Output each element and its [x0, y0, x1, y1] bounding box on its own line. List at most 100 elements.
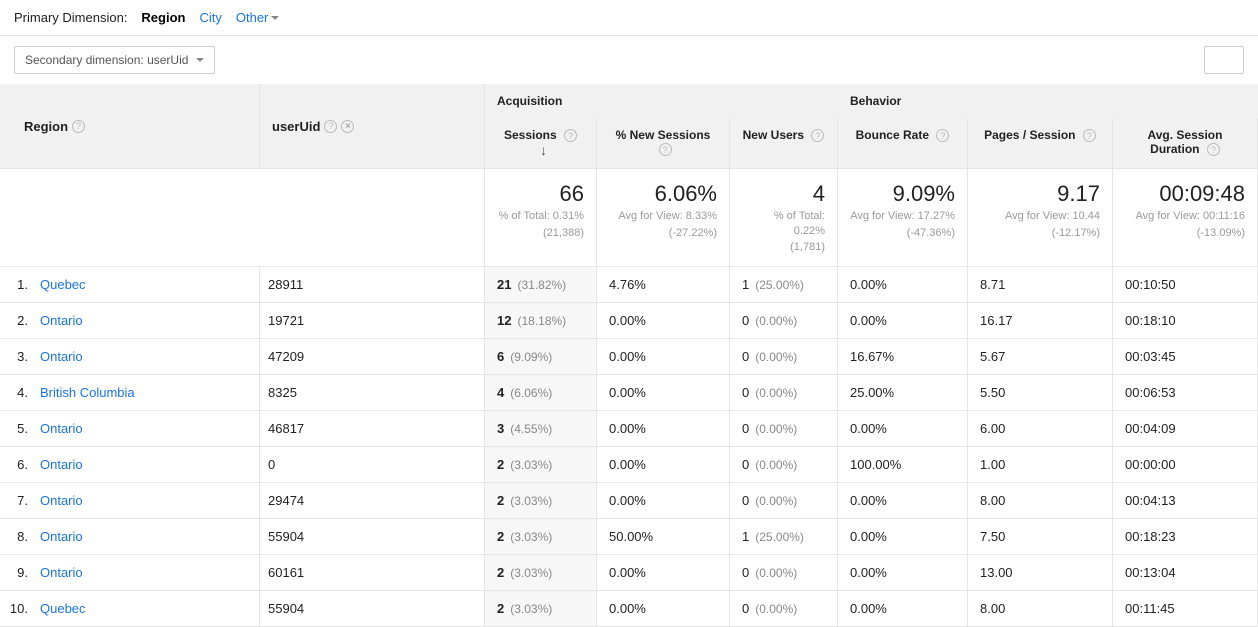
new-users-cell: 0(0.00%)	[730, 375, 838, 411]
useruid-cell: 47209	[260, 339, 485, 375]
summary-newusers-value: 4	[742, 181, 825, 207]
pages-cell: 8.00	[968, 483, 1113, 519]
sessions-cell: 6(9.09%)	[485, 339, 597, 375]
col-header-region[interactable]: Region ?	[0, 84, 260, 169]
help-icon[interactable]: ?	[811, 129, 824, 142]
row-index: 3.	[0, 339, 32, 375]
pct-new-cell: 4.76%	[597, 267, 730, 303]
region-link[interactable]: Ontario	[32, 411, 260, 447]
summary-sessions-sub1: % of Total: 0.31%	[497, 209, 584, 223]
bounce-cell: 0.00%	[838, 555, 968, 591]
col-header-avg-duration[interactable]: Avg. Session Duration ?	[1113, 118, 1258, 169]
pages-cell: 8.71	[968, 267, 1113, 303]
search-input[interactable]	[1204, 46, 1244, 74]
table-row-region: 5.Ontario	[0, 411, 260, 447]
sessions-cell: 3(4.55%)	[485, 411, 597, 447]
table-row-region: 6.Ontario	[0, 447, 260, 483]
pages-cell: 5.50	[968, 375, 1113, 411]
primary-dimension-active[interactable]: Region	[141, 10, 185, 25]
pct-new-cell: 0.00%	[597, 591, 730, 627]
col-header-new-users[interactable]: New Users ?	[730, 118, 838, 169]
secondary-dimension-select[interactable]: Secondary dimension: userUid	[14, 46, 215, 74]
pages-cell: 1.00	[968, 447, 1113, 483]
summary-bounce-sub2: (-47.36%)	[850, 226, 955, 240]
pages-cell: 6.00	[968, 411, 1113, 447]
sessions-cell: 2(3.03%)	[485, 519, 597, 555]
help-icon[interactable]: ?	[324, 120, 337, 133]
summary-spacer	[0, 169, 485, 267]
remove-dimension-icon[interactable]: ×	[341, 120, 354, 133]
col-header-bounce-rate[interactable]: Bounce Rate ?	[838, 118, 968, 169]
region-link[interactable]: Ontario	[32, 483, 260, 519]
useruid-cell: 19721	[260, 303, 485, 339]
sessions-cell: 2(3.03%)	[485, 591, 597, 627]
table-row-region: 9.Ontario	[0, 555, 260, 591]
primary-dimension-city[interactable]: City	[199, 10, 221, 25]
pages-cell: 13.00	[968, 555, 1113, 591]
useruid-cell: 55904	[260, 591, 485, 627]
primary-dimension-other[interactable]: Other	[236, 10, 280, 25]
help-icon[interactable]: ?	[659, 143, 672, 156]
duration-cell: 00:00:00	[1113, 447, 1258, 483]
duration-cell: 00:03:45	[1113, 339, 1258, 375]
col-header-useruid-label: userUid	[272, 119, 320, 134]
table-row-region: 10.Quebec	[0, 591, 260, 627]
help-icon[interactable]: ?	[1083, 129, 1096, 142]
table-row-region: 3.Ontario	[0, 339, 260, 375]
col-group-behavior: Behavior	[838, 84, 1258, 118]
data-table: Region ? userUid ? × Acquisition Behavio…	[0, 84, 1258, 627]
col-header-pct-new-label: % New Sessions	[616, 128, 711, 142]
sessions-cell: 4(6.06%)	[485, 375, 597, 411]
region-link[interactable]: Ontario	[32, 303, 260, 339]
col-header-pages-session[interactable]: Pages / Session ?	[968, 118, 1113, 169]
summary-newusers-sub2: (1,781)	[742, 240, 825, 254]
pct-new-cell: 0.00%	[597, 483, 730, 519]
col-header-sessions[interactable]: Sessions ? ↓	[485, 118, 597, 169]
summary-bounce: 9.09% Avg for View: 17.27% (-47.36%)	[838, 169, 968, 267]
useruid-cell: 29474	[260, 483, 485, 519]
col-header-pct-new-sessions[interactable]: % New Sessions ?	[597, 118, 730, 169]
summary-pct-new: 6.06% Avg for View: 8.33% (-27.22%)	[597, 169, 730, 267]
row-index: 5.	[0, 411, 32, 447]
primary-dimension-bar: Primary Dimension: Region City Other	[0, 0, 1258, 36]
new-users-cell: 0(0.00%)	[730, 303, 838, 339]
region-link[interactable]: Quebec	[32, 591, 260, 627]
sessions-cell: 2(3.03%)	[485, 555, 597, 591]
row-index: 1.	[0, 267, 32, 303]
help-icon[interactable]: ?	[1207, 143, 1220, 156]
pct-new-cell: 0.00%	[597, 339, 730, 375]
pct-new-cell: 50.00%	[597, 519, 730, 555]
pct-new-cell: 0.00%	[597, 555, 730, 591]
col-header-new-users-label: New Users	[743, 128, 804, 142]
col-header-useruid[interactable]: userUid ? ×	[260, 84, 485, 169]
summary-pctnew-sub2: (-27.22%)	[609, 226, 717, 240]
new-users-cell: 0(0.00%)	[730, 591, 838, 627]
summary-duration-sub1: Avg for View: 00:11:16	[1125, 209, 1245, 223]
useruid-cell: 60161	[260, 555, 485, 591]
summary-duration-sub2: (-13.09%)	[1125, 226, 1245, 240]
col-header-pages-label: Pages / Session	[984, 128, 1075, 142]
col-header-bounce-label: Bounce Rate	[856, 128, 929, 142]
sessions-cell: 2(3.03%)	[485, 447, 597, 483]
help-icon[interactable]: ?	[936, 129, 949, 142]
report-container: Primary Dimension: Region City Other Sec…	[0, 0, 1258, 627]
col-header-sessions-label: Sessions	[504, 128, 557, 142]
summary-pages-value: 9.17	[980, 181, 1100, 207]
bounce-cell: 0.00%	[838, 303, 968, 339]
region-link[interactable]: Ontario	[32, 519, 260, 555]
region-link[interactable]: Ontario	[32, 555, 260, 591]
new-users-cell: 1(25.00%)	[730, 519, 838, 555]
row-index: 8.	[0, 519, 32, 555]
new-users-cell: 0(0.00%)	[730, 339, 838, 375]
summary-sessions-sub2: (21,388)	[497, 226, 584, 240]
region-link[interactable]: Quebec	[32, 267, 260, 303]
row-index: 10.	[0, 591, 32, 627]
secondary-dimension-row: Secondary dimension: userUid	[0, 36, 1258, 84]
secondary-dimension-label: Secondary dimension: userUid	[25, 53, 188, 67]
region-link[interactable]: Ontario	[32, 447, 260, 483]
new-users-cell: 0(0.00%)	[730, 447, 838, 483]
region-link[interactable]: Ontario	[32, 339, 260, 375]
region-link[interactable]: British Columbia	[32, 375, 260, 411]
help-icon[interactable]: ?	[564, 129, 577, 142]
help-icon[interactable]: ?	[72, 120, 85, 133]
